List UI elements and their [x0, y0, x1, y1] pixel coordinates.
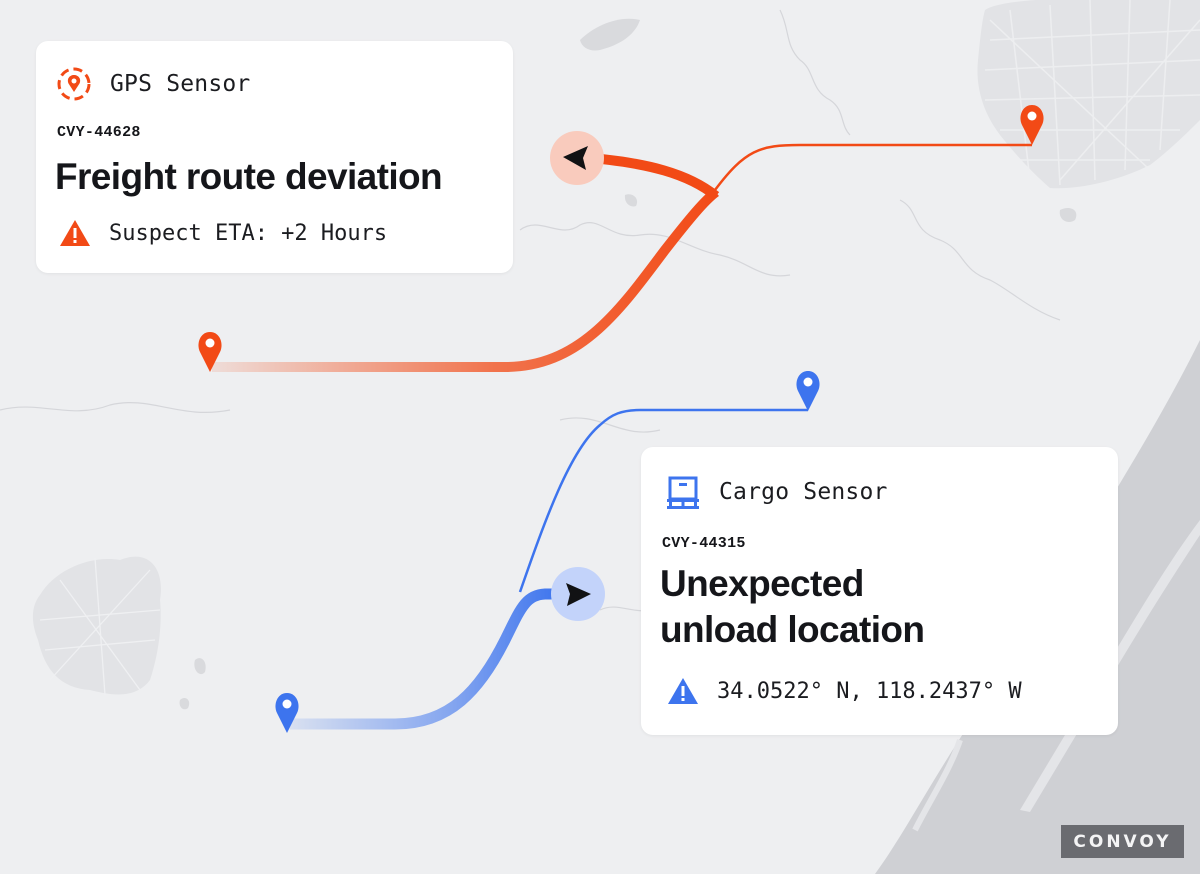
eta-detail: Suspect ETA: +2 Hours — [109, 220, 388, 246]
sensor-label: GPS Sensor — [110, 71, 251, 97]
alert-detail: 34.0522° N, 118.2437° W — [667, 677, 1022, 705]
alert-title-line-2: unload location — [660, 609, 925, 650]
location-pin-target-icon — [57, 67, 91, 101]
shipment-id: CVY-44628 — [57, 124, 141, 141]
shipment-id: CVY-44315 — [662, 535, 746, 552]
gps-alert-card[interactable]: GPS Sensor CVY-44628 Freight route devia… — [36, 41, 513, 273]
convoy-logo: CONVOY — [1061, 825, 1184, 858]
cargo-alert-card[interactable]: Cargo Sensor CVY-44315 Unexpected unload… — [641, 447, 1118, 735]
alert-title: Unexpected unload location — [660, 561, 925, 653]
cargo-pallet-icon — [667, 476, 699, 509]
coordinates-detail: 34.0522° N, 118.2437° W — [717, 678, 1022, 704]
sensor-header: Cargo Sensor — [665, 474, 888, 510]
alert-detail: Suspect ETA: +2 Hours — [59, 219, 387, 247]
warning-triangle-icon — [668, 678, 698, 704]
alert-title-line-1: Unexpected — [660, 563, 864, 604]
sensor-label: Cargo Sensor — [719, 479, 888, 505]
sensor-header: GPS Sensor — [56, 66, 250, 102]
warning-triangle-icon — [60, 220, 90, 246]
alert-title: Freight route deviation — [55, 156, 443, 197]
